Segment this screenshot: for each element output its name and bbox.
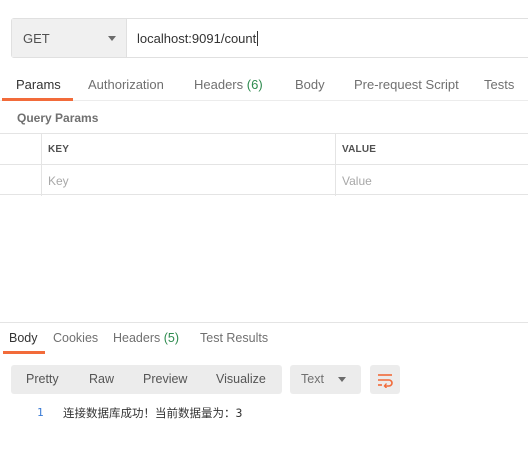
tab-label: Test Results [200, 331, 269, 345]
tab-tests[interactable]: Tests [484, 77, 514, 92]
column-divider [335, 134, 336, 196]
tab-authorization[interactable]: Authorization [88, 77, 164, 92]
tab-label: Pre-request Script [354, 77, 459, 92]
preview-button[interactable]: Preview [143, 372, 187, 386]
format-select[interactable]: Text [290, 365, 361, 394]
query-params-title: Query Params [17, 111, 99, 125]
tab-label: Headers [113, 331, 161, 345]
url-input[interactable]: localhost:9091/count [127, 19, 528, 57]
params-table: KEY VALUE Key Value [0, 133, 528, 196]
wrap-lines-icon [378, 373, 393, 388]
response-body: 1 连接数据库成功！当前数据量为：3 [0, 405, 528, 423]
tab-test-results[interactable]: Test Results [200, 331, 268, 345]
request-bar: GET localhost:9091/count [11, 18, 528, 58]
key-column-header: KEY [48, 144, 70, 155]
tab-pre-request-script[interactable]: Pre-request Script [354, 77, 459, 92]
method-label: GET [23, 30, 50, 46]
raw-button[interactable]: Raw [89, 372, 114, 386]
request-tabs: Params Authorization Headers (6) Body Pr… [0, 70, 528, 101]
column-divider [41, 134, 42, 196]
tab-label: Body [9, 331, 38, 345]
table-header-row [0, 134, 528, 165]
tab-body[interactable]: Body [295, 77, 325, 92]
response-text: 连接数据库成功！当前数据量为：3 [63, 406, 243, 420]
chevron-down-icon [108, 36, 116, 41]
method-select[interactable]: GET [12, 19, 127, 57]
tab-count-badge: (6) [246, 77, 263, 92]
value-input[interactable]: Value [342, 174, 372, 188]
pretty-button[interactable]: Pretty [26, 372, 59, 386]
tab-params[interactable]: Params [16, 77, 61, 92]
visualize-button[interactable]: Visualize [216, 372, 266, 386]
text-cursor [257, 30, 259, 46]
wrap-lines-button[interactable] [370, 365, 400, 394]
tab-cookies[interactable]: Cookies [53, 331, 98, 345]
tab-response-body[interactable]: Body [9, 331, 38, 345]
tab-count-badge: (5) [163, 331, 180, 345]
line-number: 1 [37, 406, 44, 419]
tab-headers[interactable]: Headers (6) [194, 77, 263, 92]
tab-label: Body [295, 77, 325, 92]
tab-label: Tests [484, 77, 515, 92]
tab-label: Cookies [53, 331, 99, 345]
chevron-down-icon [338, 377, 346, 382]
tab-response-headers[interactable]: Headers (5) [113, 331, 179, 345]
value-column-header: VALUE [342, 144, 377, 155]
view-mode-group: Pretty Raw Preview Visualize [11, 365, 282, 394]
tab-label: Authorization [88, 77, 164, 92]
tab-label: Params [16, 77, 61, 92]
format-label: Text [301, 372, 324, 386]
url-text: localhost:9091/count [137, 30, 257, 46]
tab-label: Headers [194, 77, 244, 92]
response-tabs: Body Cookies Headers (5) Test Results [0, 323, 528, 354]
active-tab-indicator [2, 98, 73, 101]
key-input[interactable]: Key [48, 174, 69, 188]
active-tab-indicator [3, 351, 45, 354]
